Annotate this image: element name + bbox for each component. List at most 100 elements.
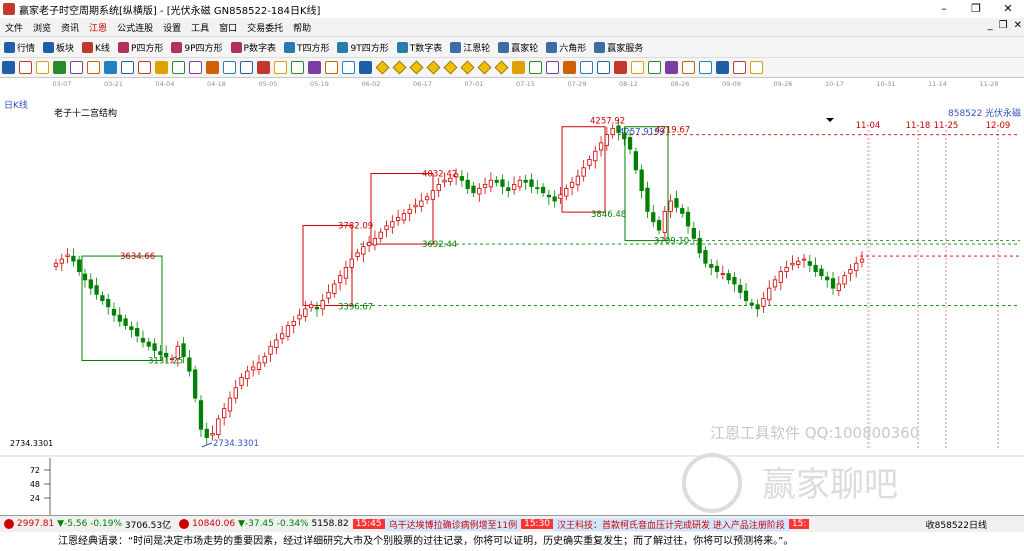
news-item[interactable]: 汉王科技：首款柯氏音血压计完成研发 进入产品注册阶段 — [553, 517, 789, 531]
candle-body — [181, 343, 186, 358]
menu-formula[interactable]: 公式连股 — [112, 21, 158, 34]
candle-body — [801, 258, 807, 261]
toolbar-button-label: 江恩轮 — [463, 43, 491, 54]
toolbar-button-9[interactable]: 江恩轮 — [446, 41, 494, 54]
price-label: 2734.3301 — [213, 439, 259, 449]
candle-body — [743, 290, 749, 301]
chart-canvas[interactable]: 03-07 03-21 04-04 04-18 05-05 05-19 06-02 06-17… — [0, 78, 1024, 515]
hand-icon[interactable] — [512, 61, 525, 74]
eraser-icon[interactable] — [563, 61, 576, 74]
mdi-restore-button[interactable]: ❐ — [999, 20, 1008, 31]
draw-icon[interactable] — [104, 61, 117, 74]
fan-icon[interactable] — [325, 61, 338, 74]
crosshair-icon[interactable] — [19, 61, 32, 74]
pen-icon[interactable] — [546, 61, 559, 74]
diamond8-icon[interactable] — [494, 60, 509, 75]
infinity-icon[interactable] — [750, 61, 763, 74]
period-icon[interactable] — [53, 61, 66, 74]
select-icon[interactable] — [36, 61, 49, 74]
toolbar-button-7[interactable]: 9T四方形 — [333, 41, 392, 54]
cycle-icon[interactable] — [257, 61, 270, 74]
ray-icon[interactable] — [155, 61, 168, 74]
candle-body — [575, 175, 581, 186]
diamond5-icon[interactable] — [443, 60, 458, 75]
fib-icon[interactable] — [223, 61, 236, 74]
toolbar-button-5[interactable]: P数字表 — [227, 41, 280, 54]
menu-gann[interactable]: 江恩 — [84, 21, 112, 34]
menu-browse[interactable]: 浏览 — [28, 21, 56, 34]
menu-settings[interactable]: 设置 — [158, 21, 186, 34]
cross-icon[interactable] — [529, 61, 542, 74]
candle-body — [749, 302, 754, 306]
diamond6-icon[interactable] — [460, 60, 475, 75]
menu-help[interactable]: 帮助 — [288, 21, 316, 34]
candle-body — [767, 287, 772, 301]
calc-icon[interactable] — [597, 61, 610, 74]
circle-icon[interactable] — [274, 61, 287, 74]
toolbar-button-8[interactable]: T数字表 — [393, 41, 447, 54]
maximize-button[interactable]: ❐ — [960, 0, 992, 18]
menu-trade[interactable]: 交易委托 — [242, 21, 288, 34]
diamond3-icon[interactable] — [409, 60, 424, 75]
line-icon[interactable] — [138, 61, 151, 74]
index-sh[interactable]: 2997.81 ▼-5.56 -0.19% 3706.53亿 — [0, 518, 175, 531]
toolbar-button-11[interactable]: 六角形 — [542, 41, 590, 54]
diamond4-icon[interactable] — [426, 60, 441, 75]
percent-icon[interactable] — [206, 61, 219, 74]
candle-body — [390, 221, 395, 228]
close-button[interactable]: ✕ — [992, 0, 1024, 18]
index-sz[interactable]: 10840.06 ▼-37.45 -0.34% 5158.82 — [175, 519, 353, 529]
calendar-icon[interactable] — [614, 61, 627, 74]
kline-chart[interactable]: 03-07 03-21 04-04 04-18 05-05 05-19 06-02 06-17… — [0, 78, 1024, 515]
toolbar-button-4[interactable]: 9P四方形 — [167, 41, 226, 54]
print-icon[interactable] — [665, 61, 678, 74]
menu-info[interactable]: 资讯 — [56, 21, 84, 34]
toolbar-button-2[interactable]: K线 — [78, 41, 114, 54]
toolbar-icon — [117, 41, 129, 53]
color-icon[interactable] — [733, 61, 746, 74]
minimize-button[interactable]: – — [928, 0, 960, 18]
menu-window[interactable]: 窗口 — [214, 21, 242, 34]
toolbar-button-label: P数字表 — [243, 43, 276, 54]
box-icon[interactable] — [342, 61, 355, 74]
zoom-out-icon[interactable] — [87, 61, 100, 74]
toolbar-button-0[interactable]: 行情 — [0, 41, 39, 54]
candle-body — [216, 418, 221, 436]
index-icon — [4, 519, 14, 529]
news-item[interactable]: 乌干达埃博拉确诊病例增至11例 — [384, 517, 522, 531]
diamond-icon[interactable] — [375, 60, 390, 75]
candle-body — [732, 276, 737, 285]
magnet-icon[interactable] — [580, 61, 593, 74]
save-icon[interactable] — [631, 61, 644, 74]
toolbar-button-12[interactable]: 赢家服务 — [590, 41, 647, 54]
open-icon[interactable] — [648, 61, 661, 74]
list-icon[interactable] — [2, 61, 15, 74]
price-label: 4257.92 — [590, 117, 625, 127]
triangle-icon[interactable] — [308, 61, 321, 74]
toolbar-button-10[interactable]: 赢家轮 — [494, 41, 542, 54]
refresh-icon[interactable] — [716, 61, 729, 74]
diamond7-icon[interactable] — [477, 60, 492, 75]
grid-icon[interactable] — [359, 61, 372, 74]
menu-file[interactable]: 文件 — [0, 21, 28, 34]
mdi-close-button[interactable]: ✕ — [1014, 20, 1022, 31]
price-label: 4032.42 — [422, 170, 457, 180]
toolbar-icon — [450, 41, 462, 53]
arrow-icon[interactable] — [121, 61, 134, 74]
toolbar-button-3[interactable]: P四方形 — [114, 41, 167, 54]
car-icon[interactable] — [682, 61, 695, 74]
text-icon[interactable] — [189, 61, 202, 74]
toolbar-button-6[interactable]: T四方形 — [280, 41, 334, 54]
rect-icon[interactable] — [172, 61, 185, 74]
diamond2-icon[interactable] — [392, 60, 407, 75]
menu-tools[interactable]: 工具 — [186, 21, 214, 34]
zoom-in-icon[interactable] — [70, 61, 83, 74]
candle-body — [680, 208, 685, 214]
toolbar-button-1[interactable]: 板块 — [39, 41, 78, 54]
candle-body — [65, 254, 70, 258]
settings-icon[interactable] — [699, 61, 712, 74]
ellipse-icon[interactable] — [291, 61, 304, 74]
mdi-minimize-button[interactable]: _ — [988, 20, 993, 31]
toolbar-button-label: 9T四方形 — [350, 43, 389, 54]
gann-icon[interactable] — [240, 61, 253, 74]
